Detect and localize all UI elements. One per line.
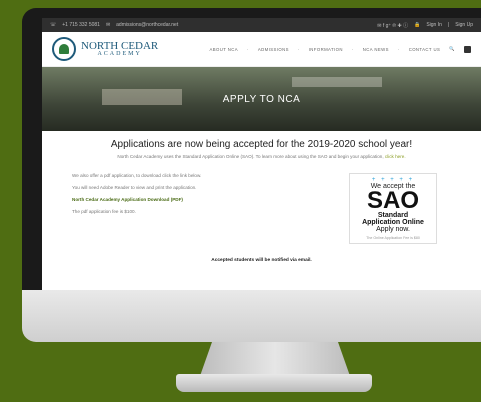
main-content: Applications are now being accepted for …	[42, 131, 481, 263]
nav-item-contact[interactable]: CONTACT US	[409, 47, 441, 52]
page-background: { "topbar": { "phone": "+1 715 332 5081"…	[0, 0, 481, 402]
mail-icon: ✉	[105, 22, 111, 28]
sao-intro-text: North Cedar Academy uses the Standard Ap…	[117, 154, 384, 159]
nav-separator: ·	[247, 46, 249, 52]
notification-text: Accepted students will be notified via e…	[211, 258, 312, 263]
sao-logo-text: SAO	[366, 187, 419, 214]
social-icons[interactable]: ✉ f g⁺ ℗ ✚ ⓘ	[377, 22, 408, 29]
pdf-download-link[interactable]: North Cedar Academy Application Download…	[72, 197, 349, 202]
phone-icon: ☏	[50, 22, 57, 28]
pdf-section: We also offer a pdf application, to down…	[56, 173, 349, 244]
sign-in-link[interactable]: Sign In	[426, 22, 442, 28]
pdf-offer-text: We also offer a pdf application, to down…	[72, 173, 202, 178]
click-here-link[interactable]: click here.	[385, 154, 406, 159]
shopping-bag-icon[interactable]	[464, 45, 471, 53]
sao-badge[interactable]: + + + + + We accept the SAO Standard App…	[349, 173, 437, 244]
nav-item-information[interactable]: INFORMATION	[309, 47, 343, 52]
monitor-bezel: ☏ +1 715 332 5081 ✉ admissions@northceda…	[22, 8, 481, 310]
sao-online-text: Application Online	[362, 219, 424, 226]
email-address[interactable]: admissions@northcedar.net	[116, 22, 178, 28]
hero-banner: APPLY TO NCA	[42, 67, 481, 131]
monitor-chin	[22, 290, 481, 342]
nav-separator: ·	[351, 46, 354, 52]
nav-item-admissions[interactable]: ADMISSIONS	[258, 47, 289, 52]
nav-item-about[interactable]: ABOUT NCA	[209, 47, 238, 52]
site-logo[interactable]: NORTH CEDAR ACADEMY	[52, 37, 158, 61]
monitor-stand	[200, 342, 350, 376]
nav-item-news[interactable]: NCA NEWS	[363, 47, 389, 52]
sao-intro: North Cedar Academy uses the Standard Ap…	[56, 154, 467, 159]
nav-separator: ·	[397, 46, 400, 52]
phone-number[interactable]: +1 715 332 5081	[62, 22, 100, 28]
page-headline: Applications are now being accepted for …	[110, 139, 413, 150]
pdf-fee-text: The pdf application fee is $100.	[72, 209, 136, 214]
monitor-base	[176, 374, 372, 392]
lock-icon: 🔒	[414, 22, 421, 28]
sao-apply-text: Apply now.	[376, 226, 410, 233]
divider: |	[447, 22, 450, 28]
search-icon[interactable]: 🔍	[449, 46, 455, 52]
nav-separator: ·	[297, 46, 300, 52]
main-navigation: NORTH CEDAR ACADEMY ABOUT NCA · ADMISSIO…	[42, 32, 481, 67]
sao-standard-text: Standard	[377, 212, 409, 219]
logo-title: NORTH CEDAR	[81, 40, 159, 52]
adobe-reader-text: You will need Adobe Reader to view and p…	[72, 185, 197, 190]
hero-title: APPLY TO NCA	[222, 93, 301, 105]
sao-fee-text: The Online Application Fee is $80	[366, 236, 420, 240]
nav-menu: ABOUT NCA · ADMISSIONS · INFORMATION · N…	[209, 45, 471, 53]
tree-seal-icon	[52, 37, 76, 61]
browser-screen: ☏ +1 715 332 5081 ✉ admissions@northceda…	[42, 18, 481, 296]
sign-up-link[interactable]: Sign Up	[455, 22, 473, 28]
top-contact-bar: ☏ +1 715 332 5081 ✉ admissions@northceda…	[42, 18, 481, 32]
content-columns: We also offer a pdf application, to down…	[56, 173, 467, 244]
